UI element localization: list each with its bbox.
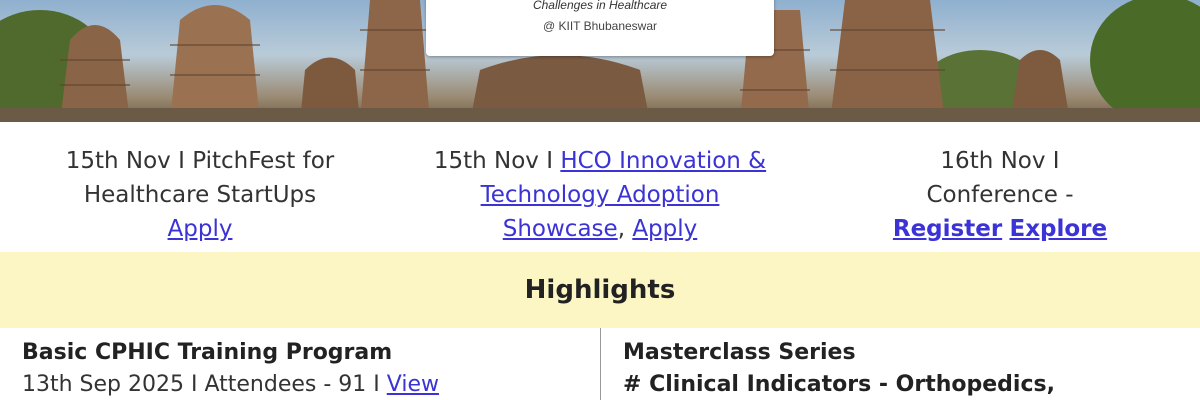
event-conference: 16th Nov I Conference - Register Explore bbox=[800, 122, 1200, 252]
conference-explore-link[interactable]: Explore bbox=[1009, 216, 1107, 242]
event-title-card: Challenges in Healthcare @ KIIT Bhubanes… bbox=[426, 0, 774, 56]
highlight-cphic-training: Basic CPHIC Training Program 13th Sep 20… bbox=[0, 328, 600, 400]
showcase-link-part1[interactable]: HCO Innovation & bbox=[560, 148, 766, 174]
highlights-columns: Basic CPHIC Training Program 13th Sep 20… bbox=[0, 328, 1200, 400]
showcase-link-part2[interactable]: Technology Adoption bbox=[481, 182, 720, 208]
event-pitchfest-line1: 15th Nov I PitchFest for bbox=[65, 148, 335, 174]
showcase-link-part3[interactable]: Showcase bbox=[503, 216, 618, 242]
conference-register-link[interactable]: Register bbox=[893, 216, 1002, 242]
event-conference-line1: 16th Nov I bbox=[940, 148, 1060, 174]
cphic-training-meta: 13th Sep 2025 I Attendees - 91 I bbox=[22, 372, 387, 397]
event-pitchfest: 15th Nov I PitchFest for Healthcare Star… bbox=[0, 122, 400, 252]
showcase-separator: , bbox=[617, 216, 625, 242]
event-conference-line2: Conference - bbox=[926, 182, 1074, 208]
highlight-masterclass: Masterclass Series # Clinical Indicators… bbox=[600, 328, 1200, 400]
event-venue: @ KIIT Bhubaneswar bbox=[542, 19, 658, 33]
showcase-apply-link[interactable]: Apply bbox=[632, 216, 697, 242]
cphic-training-title: Basic CPHIC Training Program bbox=[22, 340, 393, 365]
pitchfest-apply-link[interactable]: Apply bbox=[168, 216, 233, 242]
highlights-header: Highlights bbox=[0, 252, 1200, 328]
event-innovation-showcase: 15th Nov I HCO Innovation & Technology A… bbox=[400, 122, 800, 252]
masterclass-subtitle: # Clinical Indicators - Orthopedics, bbox=[623, 372, 1055, 397]
event-pitchfest-line2: Healthcare StartUps bbox=[83, 182, 317, 208]
event-showcase-date: 15th Nov I bbox=[433, 148, 561, 174]
cphic-view-link[interactable]: View bbox=[387, 372, 439, 397]
highlights-title: Highlights bbox=[524, 275, 676, 305]
events-row: 15th Nov I PitchFest for Healthcare Star… bbox=[0, 122, 1200, 252]
event-subtitle: Challenges in Healthcare bbox=[532, 0, 668, 12]
masterclass-title: Masterclass Series bbox=[623, 340, 856, 365]
hero-banner: Challenges in Healthcare @ KIIT Bhubanes… bbox=[0, 0, 1200, 122]
